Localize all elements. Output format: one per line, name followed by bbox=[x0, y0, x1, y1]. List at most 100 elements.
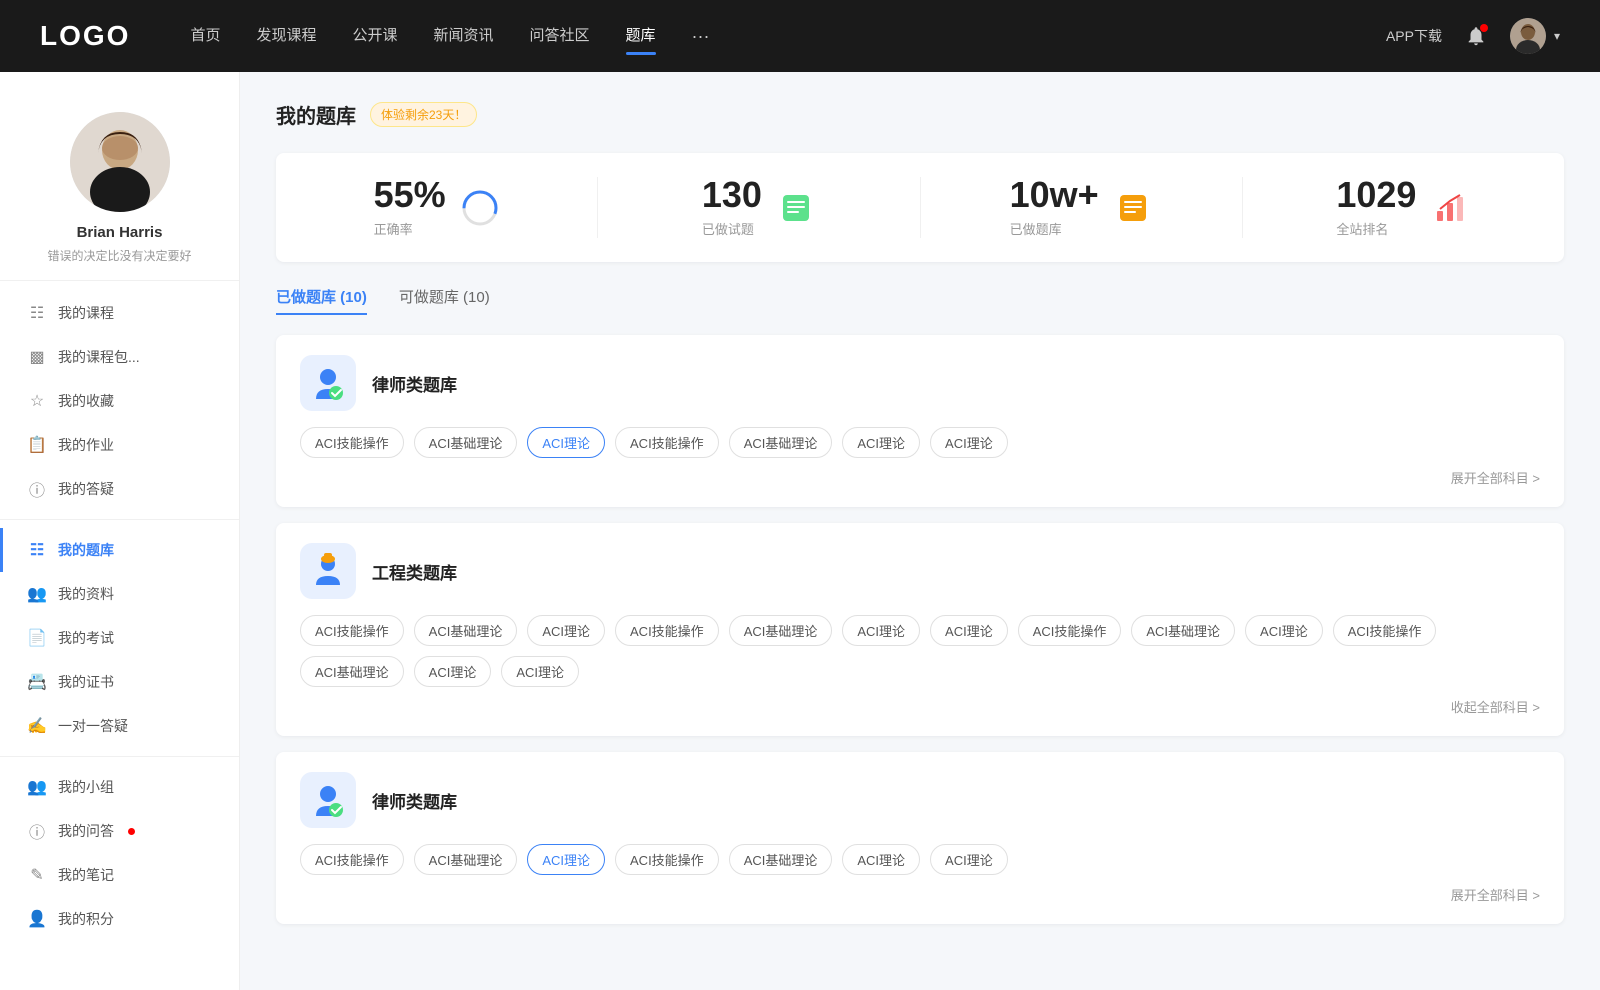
tag-6[interactable]: ACI理论 bbox=[930, 427, 1008, 458]
chat-icon: ✍ bbox=[28, 717, 46, 735]
sidebar-item-points[interactable]: 👤 我的积分 bbox=[0, 897, 239, 941]
stat-done-q-label: 已做试题 bbox=[702, 219, 762, 238]
profile-motto: 错误的决定比没有决定要好 bbox=[47, 247, 191, 264]
sidebar-item-notes[interactable]: ✎ 我的笔记 bbox=[0, 853, 239, 897]
list-orange-icon bbox=[1113, 188, 1153, 228]
engineer-icon bbox=[300, 543, 356, 599]
user-avatar-menu[interactable]: ▾ bbox=[1510, 18, 1560, 54]
navbar-right: APP下载 ▾ bbox=[1386, 18, 1560, 54]
notes-icon: ✎ bbox=[28, 866, 46, 884]
main-content: 我的题库 体验剩余23天！ 55% 正确率 bbox=[240, 72, 1600, 990]
sidebar-item-qna[interactable]: ⓘ 我的问答 bbox=[0, 809, 239, 853]
profile-name: Brian Harris bbox=[77, 224, 163, 241]
eng-tag-4[interactable]: ACI基础理论 bbox=[729, 615, 833, 646]
nav-open-course[interactable]: 公开课 bbox=[352, 24, 397, 49]
main-layout: Brian Harris 错误的决定比没有决定要好 ☷ 我的课程 ▩ 我的课程包… bbox=[0, 72, 1600, 990]
law3-tag-4[interactable]: ACI基础理论 bbox=[729, 844, 833, 875]
stat-done-b-value: 10w+ bbox=[1010, 177, 1099, 213]
tab-done[interactable]: 已做题库 (10) bbox=[276, 286, 367, 315]
eng-tag-7[interactable]: ACI技能操作 bbox=[1018, 615, 1122, 646]
tag-4[interactable]: ACI基础理论 bbox=[729, 427, 833, 458]
law3-tag-5[interactable]: ACI理论 bbox=[842, 844, 920, 875]
law3-tag-3[interactable]: ACI技能操作 bbox=[615, 844, 719, 875]
sidebar-item-course-pack[interactable]: ▩ 我的课程包... bbox=[0, 335, 239, 379]
tag-3[interactable]: ACI技能操作 bbox=[615, 427, 719, 458]
eng-tag-12[interactable]: ACI理论 bbox=[414, 656, 492, 687]
sidebar-menu: ☷ 我的课程 ▩ 我的课程包... ☆ 我的收藏 📋 我的作业 ⓘ 我的答疑 ☷ bbox=[0, 291, 239, 941]
sidebar: Brian Harris 错误的决定比没有决定要好 ☷ 我的课程 ▩ 我的课程包… bbox=[0, 72, 240, 990]
logo[interactable]: LOGO bbox=[40, 20, 130, 52]
stats-bar: 55% 正确率 130 已做试题 bbox=[276, 153, 1564, 262]
eng-tag-9[interactable]: ACI理论 bbox=[1245, 615, 1323, 646]
collapse-link-2[interactable]: 收起全部科目 > bbox=[300, 697, 1540, 716]
expand-link-1[interactable]: 展开全部科目 > bbox=[300, 468, 1540, 487]
content-header: 我的题库 体验剩余23天！ bbox=[276, 100, 1564, 129]
tag-0[interactable]: ACI技能操作 bbox=[300, 427, 404, 458]
avatar-caret: ▾ bbox=[1554, 29, 1560, 43]
eng-tag-1[interactable]: ACI基础理论 bbox=[414, 615, 518, 646]
sidebar-item-cert[interactable]: 📇 我的证书 bbox=[0, 660, 239, 704]
sidebar-item-bank[interactable]: ☷ 我的题库 bbox=[0, 528, 239, 572]
expand-link-3[interactable]: 展开全部科目 > bbox=[300, 885, 1540, 904]
eng-tag-6[interactable]: ACI理论 bbox=[930, 615, 1008, 646]
tags-engineer: ACI技能操作 ACI基础理论 ACI理论 ACI技能操作 ACI基础理论 AC… bbox=[300, 615, 1540, 687]
bank-card-engineer: 工程类题库 ACI技能操作 ACI基础理论 ACI理论 ACI技能操作 ACI基… bbox=[276, 523, 1564, 736]
homework-icon: 📋 bbox=[28, 436, 46, 454]
stat-done-questions: 130 已做试题 bbox=[598, 177, 920, 238]
eng-tag-10[interactable]: ACI技能操作 bbox=[1333, 615, 1437, 646]
nav-home[interactable]: 首页 bbox=[190, 24, 220, 49]
main-nav: 首页 发现课程 公开课 新闻资讯 问答社区 题库 ··· bbox=[190, 24, 1386, 49]
law3-tag-2[interactable]: ACI理论 bbox=[527, 844, 605, 875]
bank-list: 律师类题库 ACI技能操作 ACI基础理论 ACI理论 ACI技能操作 ACI基… bbox=[276, 335, 1564, 924]
tags-lawyer-3: ACI技能操作 ACI基础理论 ACI理论 ACI技能操作 ACI基础理论 AC… bbox=[300, 844, 1540, 875]
profile-section: Brian Harris 错误的决定比没有决定要好 bbox=[0, 92, 239, 281]
nav-qa[interactable]: 问答社区 bbox=[530, 24, 590, 49]
page-title: 我的题库 bbox=[276, 100, 356, 129]
sidebar-item-group[interactable]: 👥 我的小组 bbox=[0, 765, 239, 809]
trial-badge: 体验剩余23天！ bbox=[370, 102, 477, 127]
tab-available[interactable]: 可做题库 (10) bbox=[399, 286, 490, 315]
eng-tag-0[interactable]: ACI技能操作 bbox=[300, 615, 404, 646]
law3-tag-0[interactable]: ACI技能操作 bbox=[300, 844, 404, 875]
bank-card-lawyer-1: 律师类题库 ACI技能操作 ACI基础理论 ACI理论 ACI技能操作 ACI基… bbox=[276, 335, 1564, 507]
points-icon: 👤 bbox=[28, 910, 46, 928]
chart-icon: ▩ bbox=[28, 348, 46, 366]
law3-tag-1[interactable]: ACI基础理论 bbox=[414, 844, 518, 875]
sidebar-item-homework[interactable]: 📋 我的作业 bbox=[0, 423, 239, 467]
stat-rank: 1029 全站排名 bbox=[1243, 177, 1564, 238]
sidebar-item-exam[interactable]: 📄 我的考试 bbox=[0, 616, 239, 660]
tags-lawyer-1: ACI技能操作 ACI基础理论 ACI理论 ACI技能操作 ACI基础理论 AC… bbox=[300, 427, 1540, 458]
app-download-link[interactable]: APP下载 bbox=[1386, 26, 1442, 46]
nav-discover[interactable]: 发现课程 bbox=[256, 24, 316, 49]
law3-tag-6[interactable]: ACI理论 bbox=[930, 844, 1008, 875]
sidebar-item-my-course[interactable]: ☷ 我的课程 bbox=[0, 291, 239, 335]
stat-done-q-value: 130 bbox=[702, 177, 762, 213]
document-icon: ☷ bbox=[28, 304, 46, 322]
bank-title-2: 工程类题库 bbox=[372, 559, 457, 584]
eng-tag-5[interactable]: ACI理论 bbox=[842, 615, 920, 646]
tag-5[interactable]: ACI理论 bbox=[842, 427, 920, 458]
cert-icon: 📇 bbox=[28, 673, 46, 691]
stat-done-b-label: 已做题库 bbox=[1010, 219, 1099, 238]
profile-avatar bbox=[70, 112, 170, 212]
sidebar-item-profile[interactable]: 👥 我的资料 bbox=[0, 572, 239, 616]
eng-tag-2[interactable]: ACI理论 bbox=[527, 615, 605, 646]
notification-bell[interactable] bbox=[1462, 22, 1490, 50]
sidebar-item-one-on-one[interactable]: ✍ 一对一答疑 bbox=[0, 704, 239, 748]
eng-tag-3[interactable]: ACI技能操作 bbox=[615, 615, 719, 646]
stat-done-banks: 10w+ 已做题库 bbox=[921, 177, 1243, 238]
divider-2 bbox=[0, 756, 239, 757]
eng-tag-11[interactable]: ACI基础理论 bbox=[300, 656, 404, 687]
eng-tag-8[interactable]: ACI基础理论 bbox=[1131, 615, 1235, 646]
stat-rank-label: 全站排名 bbox=[1336, 219, 1416, 238]
sidebar-item-qa[interactable]: ⓘ 我的答疑 bbox=[0, 467, 239, 511]
lawyer-icon-3 bbox=[300, 772, 356, 828]
eng-tag-13[interactable]: ACI理论 bbox=[501, 656, 579, 687]
sidebar-item-collection[interactable]: ☆ 我的收藏 bbox=[0, 379, 239, 423]
nav-more[interactable]: ··· bbox=[692, 26, 710, 47]
stat-accuracy-label: 正确率 bbox=[374, 219, 446, 238]
nav-news[interactable]: 新闻资讯 bbox=[434, 24, 494, 49]
nav-bank[interactable]: 题库 bbox=[626, 24, 656, 49]
tag-1[interactable]: ACI基础理论 bbox=[414, 427, 518, 458]
tag-2[interactable]: ACI理论 bbox=[527, 427, 605, 458]
